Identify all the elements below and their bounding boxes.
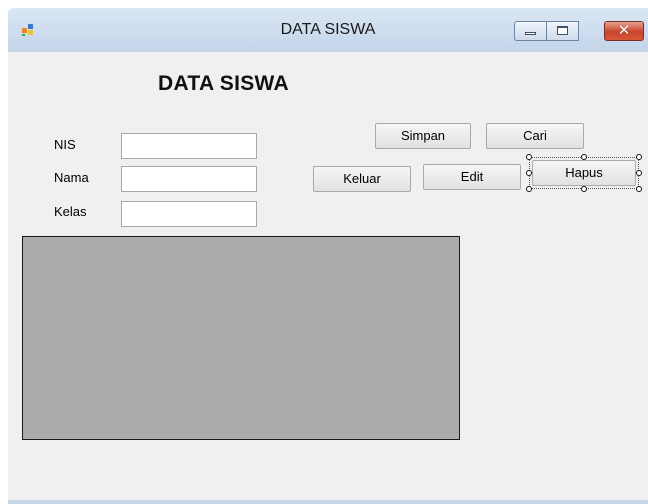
close-button[interactable]: ✕ <box>604 21 644 41</box>
kelas-input[interactable] <box>121 201 257 227</box>
keluar-button[interactable]: Keluar <box>313 166 411 192</box>
nis-label: NIS <box>54 137 76 152</box>
resize-handle[interactable] <box>636 186 642 192</box>
title-bar[interactable]: DATA SISWA ✕ <box>8 8 648 52</box>
maximize-button[interactable] <box>546 21 579 41</box>
form-heading: DATA SISWA <box>158 72 289 95</box>
resize-handle[interactable] <box>526 154 532 160</box>
kelas-label: Kelas <box>54 204 87 219</box>
nis-input[interactable] <box>121 133 257 159</box>
resize-handle[interactable] <box>636 154 642 160</box>
resize-handle[interactable] <box>636 170 642 176</box>
nama-label: Nama <box>54 170 89 185</box>
data-grid[interactable] <box>22 236 460 440</box>
resize-handle[interactable] <box>526 186 532 192</box>
hapus-button[interactable]: Hapus <box>532 160 636 186</box>
edit-button[interactable]: Edit <box>423 164 521 190</box>
nama-input[interactable] <box>121 166 257 192</box>
close-icon: ✕ <box>617 21 631 39</box>
resize-handle[interactable] <box>581 186 587 192</box>
simpan-button[interactable]: Simpan <box>375 123 471 149</box>
app-window: DATA SISWA ✕ DATA SISWA NIS Nama Kelas S… <box>8 8 648 504</box>
resize-handle[interactable] <box>581 154 587 160</box>
form-client-area: DATA SISWA NIS Nama Kelas Simpan Cari Ke… <box>8 52 648 500</box>
resize-handle[interactable] <box>526 170 532 176</box>
cari-button[interactable]: Cari <box>486 123 584 149</box>
maximize-icon <box>557 26 568 35</box>
minimize-icon <box>525 32 536 35</box>
minimize-button[interactable] <box>514 21 547 41</box>
